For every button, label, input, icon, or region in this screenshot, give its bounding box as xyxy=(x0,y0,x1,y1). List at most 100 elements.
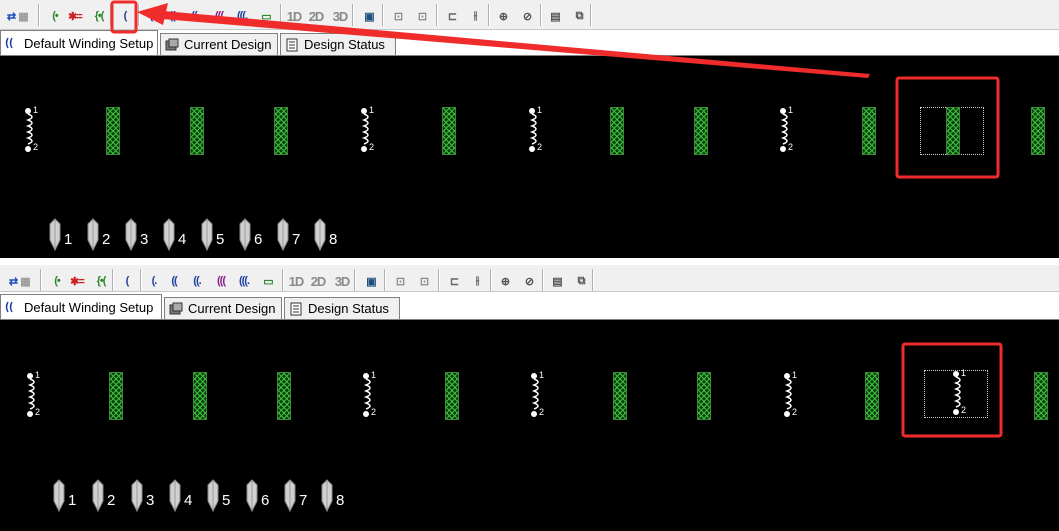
toolbar-separator xyxy=(436,4,438,26)
view-2d-button[interactable]: 2D xyxy=(306,6,326,26)
view-3d-button[interactable]: 3D xyxy=(332,271,352,291)
table-button[interactable]: ▤ xyxy=(546,6,564,26)
pin-5[interactable]: 5 xyxy=(204,479,238,513)
pin-5[interactable]: 5 xyxy=(198,218,232,252)
coil-symbol[interactable]: 12 xyxy=(356,105,378,155)
winding-block[interactable] xyxy=(277,372,291,420)
winding-block[interactable] xyxy=(862,107,876,155)
zoom-out-button[interactable]: ⊘ xyxy=(520,271,538,291)
coil-symbol[interactable]: 12 xyxy=(358,370,380,420)
winding-block-button[interactable]: ▭ xyxy=(259,271,277,291)
winding-block[interactable] xyxy=(1034,372,1048,420)
winding-block[interactable] xyxy=(697,372,711,420)
winding-block[interactable] xyxy=(274,107,288,155)
pin-1[interactable]: 1 xyxy=(50,479,84,513)
monitor-down-button[interactable]: ⊡ xyxy=(413,6,431,26)
bracket-button[interactable]: ⊏ xyxy=(443,6,461,26)
coil-symbol[interactable]: 12 xyxy=(524,105,546,155)
coil-array2-button[interactable]: (((. xyxy=(233,6,251,26)
winding-canvas[interactable]: 1212121212345678 xyxy=(0,56,1059,258)
monitor-button[interactable]: ⊡ xyxy=(389,6,407,26)
coil-double-button[interactable]: (( xyxy=(165,271,183,291)
winding-block[interactable] xyxy=(442,107,456,155)
winding-block[interactable] xyxy=(193,372,207,420)
pin-2[interactable]: 2 xyxy=(84,218,118,252)
table-button[interactable]: ▤ xyxy=(548,271,566,291)
wave-icon: ⫲ xyxy=(475,274,479,287)
windows-button[interactable]: ⧉ xyxy=(570,6,588,26)
view-3d-button[interactable]: 3D xyxy=(330,6,350,26)
view-1d-button[interactable]: 1D xyxy=(286,271,306,291)
zoom-in-button[interactable]: ⊕ xyxy=(496,271,514,291)
winding-block[interactable] xyxy=(865,372,879,420)
coil-symbol[interactable]: 12 xyxy=(20,105,42,155)
pin-7[interactable]: 7 xyxy=(281,479,315,513)
pin-1[interactable]: 1 xyxy=(46,218,80,252)
wave-button[interactable]: ⫲ xyxy=(468,271,486,291)
winding-block[interactable] xyxy=(445,372,459,420)
add-pin-button[interactable]: (• xyxy=(48,271,66,291)
winding-block[interactable] xyxy=(1031,107,1045,155)
pin-6[interactable]: 6 xyxy=(236,218,270,252)
pin-6[interactable]: 6 xyxy=(243,479,277,513)
pin-4[interactable]: 4 xyxy=(166,479,200,513)
move-pin-button[interactable]: {•( xyxy=(92,271,110,291)
pin-8[interactable]: 8 xyxy=(318,479,352,513)
coil-multi-button[interactable]: ((. xyxy=(186,6,204,26)
move-pin-button[interactable]: {•( xyxy=(90,6,108,26)
winding-block[interactable] xyxy=(109,372,123,420)
zoom-out-button[interactable]: ⊘ xyxy=(518,6,536,26)
selected-winding-block[interactable] xyxy=(946,107,960,155)
delete-pin-button[interactable]: ✱= xyxy=(68,271,86,291)
view-2d-button[interactable]: 2D xyxy=(308,271,328,291)
single-coil-button[interactable]: ( xyxy=(116,6,134,26)
winding-canvas[interactable]: 121212121212345678 xyxy=(0,320,1059,531)
coil-symbol[interactable]: 12 xyxy=(22,370,44,420)
coil-array2-button[interactable]: (((. xyxy=(235,271,253,291)
monitor-down-button[interactable]: ⊡ xyxy=(415,271,433,291)
tab-design-status[interactable]: Design Status xyxy=(280,33,396,55)
coil-array-button[interactable]: ((( xyxy=(210,6,228,26)
pin-label: 1 xyxy=(68,492,77,509)
pin-2[interactable]: 2 xyxy=(89,479,123,513)
winding-block[interactable] xyxy=(106,107,120,155)
grid-tool-button[interactable]: ▦ xyxy=(16,271,34,291)
bracket-button[interactable]: ⊏ xyxy=(445,271,463,291)
zoom-in-button[interactable]: ⊕ xyxy=(494,6,512,26)
winding-block[interactable] xyxy=(190,107,204,155)
winding-block[interactable] xyxy=(694,107,708,155)
tab-default-winding-setup[interactable]: Default Winding Setup xyxy=(0,30,158,55)
single-coil-button[interactable]: ( xyxy=(118,271,136,291)
coil-symbol[interactable]: 12 xyxy=(775,105,797,155)
wave-button[interactable]: ⫲ xyxy=(466,6,484,26)
coil-symbol[interactable]: 12 xyxy=(526,370,548,420)
delete-pin-button[interactable]: ✱= xyxy=(66,6,84,26)
coil-array-button[interactable]: ((( xyxy=(212,271,230,291)
tab-current-design[interactable]: Current Design xyxy=(164,297,282,319)
windows-icon: ⧉ xyxy=(575,9,584,22)
winding-block-button[interactable]: ▭ xyxy=(257,6,275,26)
winding-block[interactable] xyxy=(613,372,627,420)
coil-left-button[interactable]: (. xyxy=(145,271,163,291)
selected-coil-symbol[interactable]: 12 xyxy=(948,368,970,418)
pin-3[interactable]: 3 xyxy=(128,479,162,513)
tab-default-winding-setup[interactable]: Default Winding Setup xyxy=(0,294,162,319)
pin-4[interactable]: 4 xyxy=(160,218,194,252)
winding-block[interactable] xyxy=(610,107,624,155)
coil-left-button[interactable]: (. xyxy=(143,6,161,26)
coil-double-button[interactable]: (( xyxy=(163,6,181,26)
tab-current-design[interactable]: Current Design xyxy=(160,33,278,55)
view-1d-button[interactable]: 1D xyxy=(284,6,304,26)
image-view-button[interactable]: ▣ xyxy=(360,6,378,26)
pin-8[interactable]: 8 xyxy=(311,218,345,252)
pin-3[interactable]: 3 xyxy=(122,218,156,252)
pin-7[interactable]: 7 xyxy=(274,218,308,252)
image-view-button[interactable]: ▣ xyxy=(362,271,380,291)
coil-symbol[interactable]: 12 xyxy=(779,370,801,420)
grid-tool-button[interactable]: ▦ xyxy=(14,6,32,26)
windows-button[interactable]: ⧉ xyxy=(572,271,590,291)
tab-design-status[interactable]: Design Status xyxy=(284,297,400,319)
add-pin-button[interactable]: (• xyxy=(46,6,64,26)
monitor-button[interactable]: ⊡ xyxy=(391,271,409,291)
coil-multi-button[interactable]: ((. xyxy=(188,271,206,291)
